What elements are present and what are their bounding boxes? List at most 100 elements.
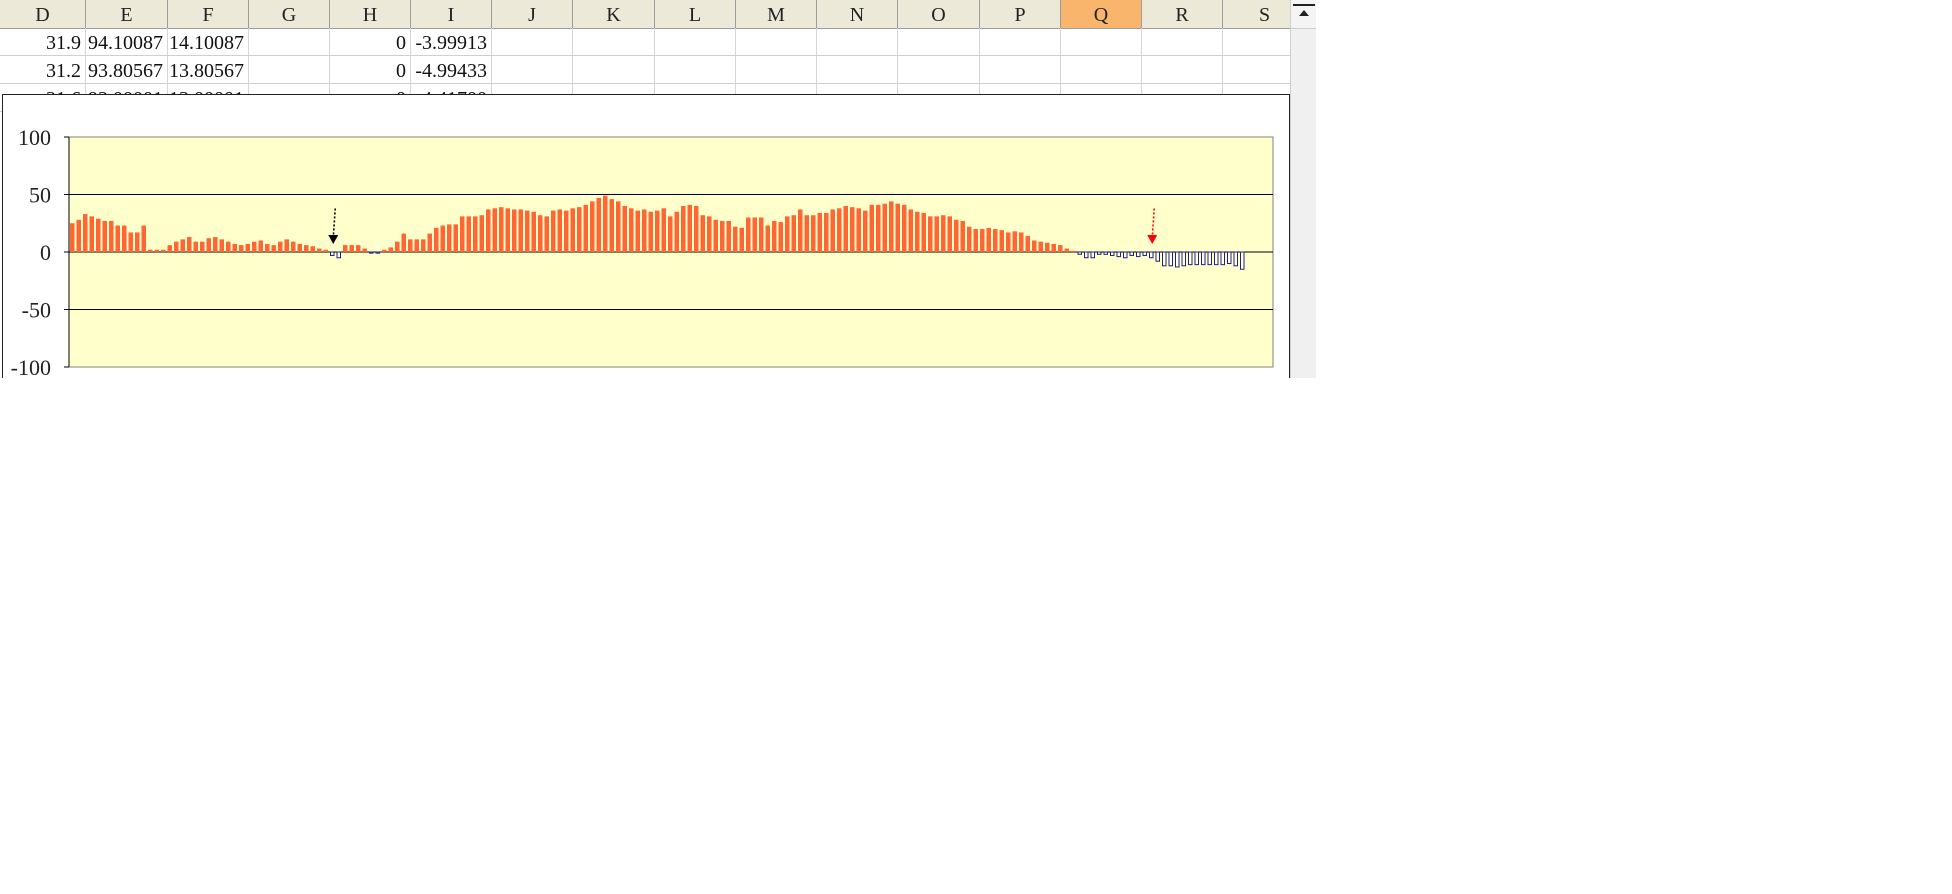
cell-q2[interactable] — [1061, 56, 1142, 84]
cell-n2[interactable] — [817, 56, 898, 84]
bar — [1181, 251, 1186, 267]
bar — [759, 217, 764, 252]
cell-o2[interactable] — [898, 56, 980, 84]
spreadsheet-view: DEFGHIJKLMNOPQRS 31.9 94.10087 14.10087 0 -3… — [0, 0, 1316, 378]
cell-d2[interactable]: 31.2 — [0, 56, 86, 84]
cell-m2[interactable] — [736, 56, 817, 84]
vertical-scrollbar[interactable] — [1290, 0, 1316, 378]
column-header-h[interactable]: H — [330, 0, 411, 28]
bar — [622, 206, 627, 252]
bar — [141, 225, 146, 252]
bar — [980, 229, 985, 252]
cell-o1[interactable] — [898, 28, 980, 56]
column-header-r[interactable]: R — [1142, 0, 1223, 28]
bar — [967, 226, 972, 252]
column-header-p[interactable]: P — [980, 0, 1061, 28]
cell-i2[interactable]: -4.99433 — [411, 56, 492, 84]
cell-d1[interactable]: 31.9 — [0, 28, 86, 56]
bar — [889, 201, 894, 252]
bar — [694, 206, 699, 252]
bar — [369, 251, 374, 254]
column-header-n[interactable]: N — [817, 0, 898, 28]
bar — [187, 237, 192, 252]
cell-l2[interactable] — [655, 56, 736, 84]
bar — [375, 251, 380, 254]
column-header-e[interactable]: E — [86, 0, 168, 28]
cell-e2[interactable]: 93.80567 — [86, 56, 168, 84]
column-header-o[interactable]: O — [898, 0, 980, 28]
bar — [278, 241, 283, 252]
column-header-q[interactable]: Q — [1061, 0, 1142, 28]
cell-r2[interactable] — [1142, 56, 1223, 84]
cell-l1[interactable] — [655, 28, 736, 56]
cell-e1[interactable]: 94.10087 — [86, 28, 168, 56]
cell-n1[interactable] — [817, 28, 898, 56]
column-header-j[interactable]: J — [492, 0, 573, 28]
y-tick-label: 0 — [40, 240, 51, 265]
bar — [479, 215, 484, 252]
bar — [1116, 251, 1121, 258]
bar — [1194, 251, 1199, 266]
bar — [167, 245, 172, 252]
bar — [206, 238, 211, 252]
bar — [96, 218, 101, 252]
column-header-k[interactable]: K — [573, 0, 655, 28]
cell-k2[interactable] — [573, 56, 655, 84]
bar — [1012, 231, 1017, 252]
cell-g1[interactable] — [249, 28, 330, 56]
column-header-d[interactable]: D — [0, 0, 86, 28]
cell-j1[interactable] — [492, 28, 573, 56]
cell-h2[interactable]: 0 — [330, 56, 411, 84]
bar — [590, 201, 595, 252]
bar — [960, 220, 965, 252]
cell-g2[interactable] — [249, 56, 330, 84]
embedded-chart[interactable]: 100 50 0 -50 -100 — [2, 94, 1290, 378]
bar — [1142, 251, 1147, 256]
bar — [635, 210, 640, 252]
bar — [908, 209, 913, 252]
cell-f1[interactable]: 14.10087 — [168, 28, 249, 56]
bar — [1214, 251, 1219, 266]
cell-i1[interactable]: -3.99913 — [411, 28, 492, 56]
bar — [1227, 251, 1232, 264]
bar — [395, 241, 400, 252]
bar — [746, 217, 751, 252]
cell-k1[interactable] — [573, 28, 655, 56]
column-header-i[interactable]: I — [411, 0, 492, 28]
bar — [213, 237, 218, 252]
column-header-m[interactable]: M — [736, 0, 817, 28]
bar — [382, 249, 387, 252]
column-header-l[interactable]: L — [655, 0, 736, 28]
bar — [1071, 250, 1076, 252]
bar — [778, 222, 783, 252]
column-header-f[interactable]: F — [168, 0, 249, 28]
scroll-up-button[interactable] — [1291, 0, 1316, 29]
bar — [824, 212, 829, 252]
bar — [869, 204, 874, 252]
cell-m1[interactable] — [736, 28, 817, 56]
bar-chart: 100 50 0 -50 -100 — [11, 125, 1274, 378]
bar — [765, 225, 770, 252]
bar — [973, 229, 978, 252]
cell-p1[interactable] — [980, 28, 1061, 56]
bar — [89, 216, 94, 252]
bar — [362, 248, 367, 252]
bar — [1025, 235, 1030, 252]
bar — [232, 243, 237, 252]
y-tick-label: 100 — [18, 125, 51, 150]
cell-r1[interactable] — [1142, 28, 1223, 56]
bar — [421, 239, 426, 252]
cell-j2[interactable] — [492, 56, 573, 84]
bar — [934, 216, 939, 252]
bar — [993, 229, 998, 252]
bar — [1201, 251, 1206, 266]
cell-h1[interactable]: 0 — [330, 28, 411, 56]
bar — [128, 232, 133, 252]
cell-q1[interactable] — [1061, 28, 1142, 56]
column-header-g[interactable]: G — [249, 0, 330, 28]
bar — [343, 245, 348, 252]
cell-p2[interactable] — [980, 56, 1061, 84]
bar — [427, 233, 432, 252]
bar — [226, 241, 231, 252]
cell-f2[interactable]: 13.80567 — [168, 56, 249, 84]
